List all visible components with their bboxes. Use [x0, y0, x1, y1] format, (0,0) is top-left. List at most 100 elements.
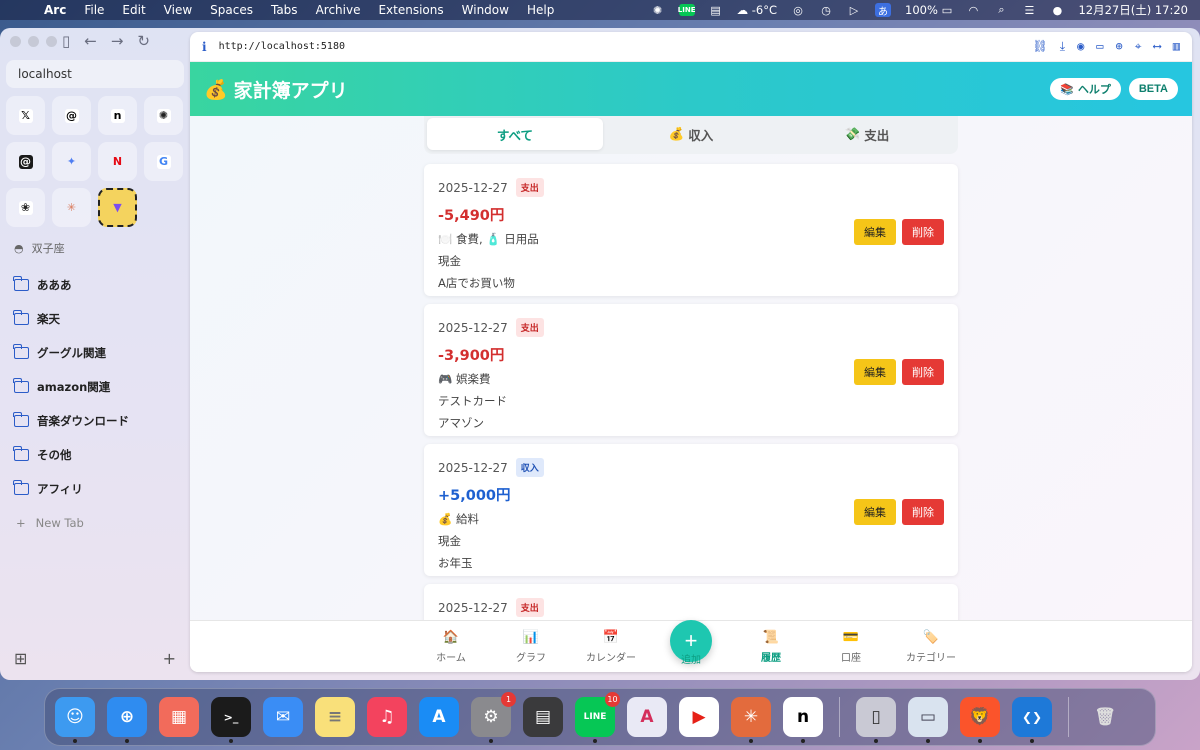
delete-button[interactable]: 削除 — [902, 359, 944, 385]
spotlight-icon[interactable]: ⌕ — [994, 3, 1008, 17]
favorite-gemini[interactable]: ✦ — [52, 142, 91, 181]
edit-button[interactable]: 編集 — [854, 359, 896, 385]
settings-app[interactable]: ⚙ 1 — [471, 692, 516, 743]
delete-button[interactable]: 削除 — [902, 219, 944, 245]
preview-app[interactable]: ▭ — [908, 697, 948, 743]
nav-graph[interactable]: 📊 グラフ — [491, 621, 571, 672]
vscode-app[interactable]: ❮❯ — [1012, 697, 1052, 743]
clipboard-icon[interactable]: ▤ — [709, 3, 723, 17]
folder-item[interactable]: 楽天 — [6, 302, 184, 336]
folder-item[interactable]: アフィリ — [6, 472, 184, 506]
terminal-app[interactable]: >_ — [211, 697, 251, 743]
menu-help[interactable]: Help — [527, 3, 554, 17]
help-button[interactable]: 📚 ヘルプ — [1050, 78, 1121, 100]
line-status-icon[interactable]: LINE — [678, 4, 695, 16]
favorite-vite-active[interactable]: ▼ — [98, 188, 137, 227]
clock[interactable]: 12月27日(土) 17:20 — [1078, 2, 1188, 18]
download-icon[interactable]: ⤓ — [1060, 39, 1065, 54]
mail-app[interactable]: ✉ — [263, 697, 303, 737]
site-info-icon[interactable]: i — [202, 40, 207, 54]
favorite-threads-2[interactable]: @ — [6, 142, 45, 181]
sync-icon[interactable]: ◎ — [791, 3, 805, 17]
menu-tabs[interactable]: Tabs — [271, 3, 298, 17]
reload-icon[interactable]: ↻ — [137, 32, 150, 50]
nav-history[interactable]: 📜 履歴 — [731, 621, 811, 672]
safari-app[interactable]: ⊕ — [107, 697, 147, 743]
nav-accounts[interactable]: 💳 口座 — [811, 621, 891, 672]
favorite-notion[interactable]: n — [98, 96, 137, 135]
favorite-threads[interactable]: @ — [52, 96, 91, 135]
chatgpt-status-icon[interactable]: ✺ — [651, 3, 665, 17]
input-method-icon[interactable]: あ — [875, 3, 892, 18]
zoom-window-button[interactable] — [46, 36, 57, 47]
menu-view[interactable]: View — [164, 3, 192, 17]
finder-app[interactable]: ☺ — [55, 697, 95, 743]
forward-arrow-icon[interactable]: → — [111, 32, 124, 50]
favorite-x[interactable]: 𝕏 — [6, 96, 45, 135]
control-center-icon[interactable]: ☰ — [1022, 3, 1036, 17]
nav-home[interactable]: 🏠 ホーム — [411, 621, 491, 672]
folder-item[interactable]: 音楽ダウンロード — [6, 404, 184, 438]
iphone-mirroring-app[interactable]: ▯ — [856, 697, 896, 743]
delete-button[interactable]: 削除 — [902, 499, 944, 525]
menu-spaces[interactable]: Spaces — [210, 3, 253, 17]
notes-app[interactable]: ≡ — [315, 697, 355, 737]
nav-calendar[interactable]: 📅 カレンダー — [571, 621, 651, 672]
favorite-openai[interactable]: ❀ — [6, 188, 45, 227]
appstore-app[interactable]: A — [419, 697, 459, 737]
edit-button[interactable]: 編集 — [854, 219, 896, 245]
calculator-app[interactable]: ▤ — [523, 697, 563, 737]
extensions-icon[interactable]: ⟷ — [1154, 39, 1161, 54]
sidebar-toggle-icon[interactable]: ▯ — [62, 32, 70, 50]
folder-item[interactable]: amazon関連 — [6, 370, 184, 404]
folder-item[interactable]: あああ — [6, 268, 184, 302]
new-tab-button[interactable]: + New Tab — [6, 506, 184, 540]
tab-expense[interactable]: 💸 支出 — [779, 118, 955, 150]
wifi-icon[interactable]: ◠ — [966, 3, 980, 17]
globe-icon[interactable]: ⊕ — [1116, 39, 1123, 54]
camera-icon[interactable]: ◉ — [1077, 39, 1084, 54]
favorite-chatgpt[interactable]: ✺ — [144, 96, 183, 135]
edit-button[interactable]: 編集 — [854, 499, 896, 525]
menu-file[interactable]: File — [84, 3, 104, 17]
favorite-google[interactable]: G — [144, 142, 183, 181]
menu-edit[interactable]: Edit — [122, 3, 145, 17]
add-space-icon[interactable]: + — [163, 649, 176, 668]
brave-app[interactable]: 🦁 — [960, 697, 1000, 743]
youtube-app[interactable]: ▶ — [679, 697, 719, 737]
favorite-netflix[interactable]: N — [98, 142, 137, 181]
back-arrow-icon[interactable]: ← — [84, 32, 97, 50]
claude-app[interactable]: ✳ — [731, 697, 771, 743]
folder-item[interactable]: グーグル関連 — [6, 336, 184, 370]
devtools-icon[interactable]: ▭ — [1096, 39, 1103, 54]
minimize-window-button[interactable] — [28, 36, 39, 47]
menu-archive[interactable]: Archive — [316, 3, 361, 17]
weather-status[interactable]: ☁ -6°C — [737, 3, 777, 17]
battery-status[interactable]: 100% ▭ — [905, 3, 952, 17]
space-label[interactable]: ◓ 双子座 — [14, 240, 65, 256]
music-app[interactable]: ♫ — [367, 697, 407, 737]
archive-icon[interactable]: ⊞ — [14, 649, 27, 668]
folder-item[interactable]: その他 — [6, 438, 184, 472]
beta-button[interactable]: BETA — [1128, 78, 1178, 100]
menu-app-name[interactable]: Arc — [44, 3, 66, 17]
favorite-claude[interactable]: ✳ — [52, 188, 91, 227]
trash-app[interactable]: 🗑 — [1085, 697, 1125, 737]
nav-categories[interactable]: 🏷️ カテゴリー — [891, 621, 971, 672]
notion-app[interactable]: n — [783, 697, 823, 743]
play-icon[interactable]: ▷ — [847, 3, 861, 17]
a-app[interactable]: A — [627, 697, 667, 737]
line-app[interactable]: LINE 10 — [575, 692, 620, 743]
tab-income[interactable]: 💰 収入 — [603, 118, 779, 150]
crosshair-icon[interactable]: ⌖ — [1135, 39, 1142, 54]
launchpad-app[interactable]: ▦ — [159, 697, 199, 737]
menu-extensions[interactable]: Extensions — [378, 3, 443, 17]
tab-all[interactable]: すべて — [427, 118, 603, 150]
page-url[interactable]: http://localhost:5180 — [219, 41, 345, 52]
sidebar-url-bar[interactable]: localhost — [6, 60, 184, 88]
menu-window[interactable]: Window — [462, 3, 509, 17]
apple-icon[interactable] — [12, 3, 26, 17]
time-machine-icon[interactable]: ◷ — [819, 3, 833, 17]
copy-link-icon[interactable]: ⛓ — [1033, 39, 1048, 54]
siri-icon[interactable]: ● — [1050, 3, 1064, 17]
